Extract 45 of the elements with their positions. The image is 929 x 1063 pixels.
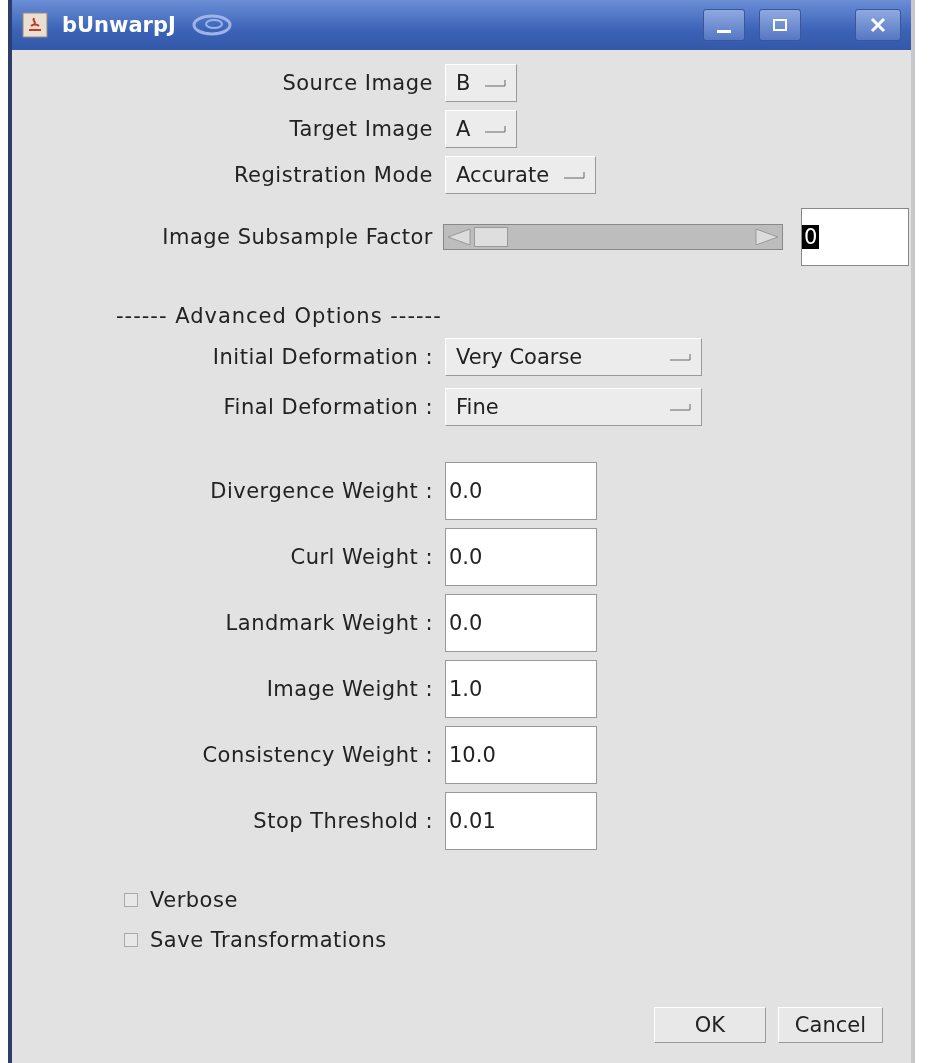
- window-title: bUnwarpJ: [62, 13, 176, 37]
- field-label: Source Image: [281, 71, 433, 95]
- close-button[interactable]: [855, 9, 901, 41]
- dropdown-indicator-icon: [669, 352, 691, 362]
- checkbox-label: Save Transformations: [150, 928, 387, 952]
- input-field[interactable]: 1.0: [445, 660, 597, 718]
- minimize-button[interactable]: [703, 9, 745, 41]
- field-label: Final Deformation :: [222, 395, 433, 419]
- dropdown[interactable]: Very Coarse: [445, 338, 702, 376]
- field-label: Divergence Weight :: [209, 479, 433, 503]
- field-label: Stop Threshold :: [252, 809, 433, 833]
- dropdown[interactable]: B: [445, 64, 518, 102]
- section-heading: ------ Advanced Options ------: [116, 304, 443, 328]
- dialog-button[interactable]: Cancel: [777, 1007, 883, 1043]
- field-label: Landmark Weight :: [224, 611, 433, 635]
- maximize-icon: [772, 17, 788, 33]
- dropdown[interactable]: Fine: [445, 388, 702, 426]
- field-label: Image Weight :: [265, 677, 433, 701]
- field-label: Image Subsample Factor: [161, 225, 433, 249]
- dropdown-indicator-icon: [669, 402, 691, 412]
- input-field[interactable]: 0.0: [445, 462, 597, 520]
- checkbox[interactable]: [124, 933, 138, 947]
- field-label: Consistency Weight :: [201, 743, 433, 767]
- slider-thumb[interactable]: [474, 227, 508, 247]
- app-icon: [22, 12, 48, 38]
- input-field[interactable]: 0.0: [445, 528, 597, 586]
- dialog-button[interactable]: OK: [653, 1007, 766, 1043]
- dropdown-indicator-icon: [484, 78, 507, 88]
- dropdown-indicator-icon: [484, 124, 507, 134]
- field-label: Target Image: [288, 117, 433, 141]
- field-label: Registration Mode: [232, 163, 433, 187]
- checkbox[interactable]: [124, 893, 138, 907]
- input-field[interactable]: 0.0: [445, 594, 597, 652]
- minimize-icon: [717, 29, 731, 33]
- dropdown[interactable]: Accurate: [445, 156, 597, 194]
- field-label: Curl Weight :: [289, 545, 433, 569]
- input-field[interactable]: 0.01: [445, 792, 597, 850]
- dropdown-indicator-icon: [563, 170, 586, 180]
- dropdown[interactable]: A: [445, 110, 518, 148]
- field-label: Initial Deformation :: [211, 345, 433, 369]
- input-field[interactable]: 10.0: [445, 726, 597, 784]
- close-icon: [869, 16, 887, 34]
- checkbox-label: Verbose: [150, 888, 238, 912]
- input-field[interactable]: 0: [801, 208, 909, 266]
- maximize-button[interactable]: [759, 9, 801, 41]
